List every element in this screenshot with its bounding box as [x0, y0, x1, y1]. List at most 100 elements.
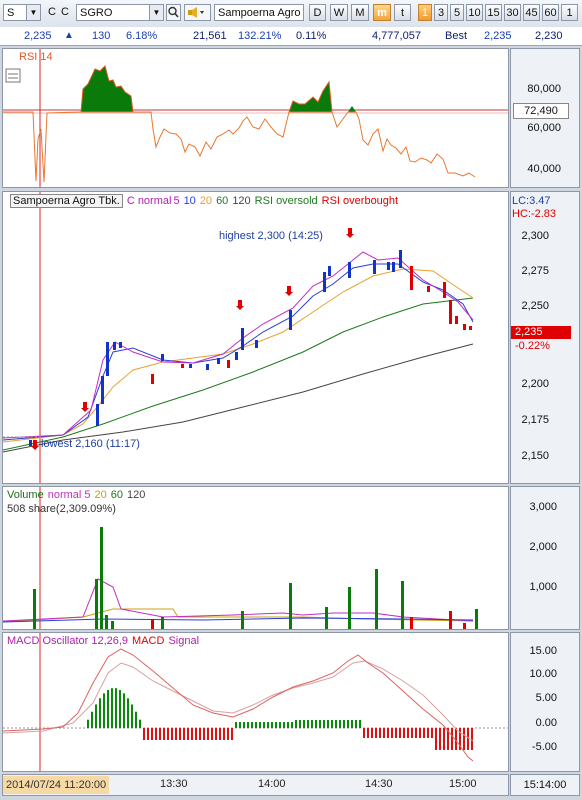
volume-tick-3000: 3,000 — [529, 501, 557, 513]
rsi-pane[interactable]: RSI 14 — [2, 48, 509, 188]
market-select-value: S — [7, 7, 15, 19]
time-axis: 2014/07/24 11:20:00 13:30 14:00 14:30 15… — [2, 774, 509, 796]
macd-histogram-bar — [147, 728, 149, 740]
interval-30-button[interactable]: 30 — [504, 4, 521, 21]
macd-histogram-bar — [243, 722, 245, 728]
interval-10-button[interactable]: 10 — [466, 4, 483, 21]
macd-histogram-bar — [215, 728, 217, 740]
rsi-axis: 80,000 72,490 60,000 40,000 — [510, 48, 580, 188]
macd-histogram-bar — [379, 728, 381, 738]
price-tick-2175: 2,175 — [521, 414, 549, 426]
search-icon[interactable] — [166, 4, 181, 21]
macd-histogram-bar — [351, 720, 353, 728]
macd-histogram-bar — [307, 720, 309, 728]
interval-60-button[interactable]: 60 — [542, 4, 559, 21]
rsi-legend: RSI 14 — [19, 51, 53, 63]
macd-histogram-bar — [319, 720, 321, 728]
macd-histogram-bar — [271, 722, 273, 728]
macd-tick-10: 10.00 — [529, 668, 557, 680]
current-change-label: -0.22% — [515, 340, 550, 352]
macd-histogram-bar — [195, 728, 197, 740]
price-pane[interactable]: highest 2,300 (14:25) lowest 2,160 (11:1… — [2, 191, 509, 484]
macd-axis: 15.00 10.00 5.00 0.00 -5.00 — [510, 632, 580, 772]
period-tick-button[interactable]: t — [394, 4, 411, 21]
legend-ma60: 60 — [216, 195, 229, 207]
volume-pane[interactable]: Volume normal 5 20 60 120 508 share(2,309.09… — [2, 486, 509, 630]
market-select[interactable]: S ▼ — [3, 4, 41, 21]
macd-histogram-bar — [331, 720, 333, 728]
macd-histogram-bar — [123, 693, 125, 728]
macd-histogram-bar — [371, 728, 373, 738]
macd-histogram-bar — [99, 698, 101, 728]
macd-histogram-bar — [387, 728, 389, 738]
macd-histogram-bar — [159, 728, 161, 740]
macd-histogram-bar — [343, 720, 345, 728]
interval-1-button[interactable]: 1 — [418, 4, 432, 21]
macd-histogram-bar — [339, 720, 341, 728]
macd-pane[interactable]: MACD Oscillator 12,26,9 MACD Signal — [2, 632, 509, 772]
macd-histogram-bar — [131, 704, 133, 728]
price-tick-2300: 2,300 — [521, 230, 549, 242]
macd-histogram-bar — [263, 722, 265, 728]
period-week-button[interactable]: W — [330, 4, 348, 21]
period-minute-button[interactable]: m — [373, 4, 391, 21]
macd-histogram-bar — [463, 728, 465, 750]
macd-histogram-bar — [127, 698, 129, 728]
macd-histogram-bar — [327, 720, 329, 728]
company-display[interactable]: Sampoerna Agro — [214, 4, 304, 21]
macd-histogram-bar — [183, 728, 185, 740]
macd-histogram-bar — [431, 728, 433, 738]
period-day-button[interactable]: D — [309, 4, 326, 21]
macd-histogram-bar — [207, 728, 209, 740]
volume-ma120: 120 — [127, 489, 146, 501]
legend-rsi-overbought: RSI overbought — [321, 195, 399, 207]
quote-bar: 2,235 ▲ 130 6.18% 21,561 132.21% 0.11% 4… — [0, 27, 582, 46]
interval-5-button[interactable]: 5 — [450, 4, 464, 21]
macd-histogram-bar — [335, 720, 337, 728]
chevron-down-icon: ▼ — [26, 5, 40, 20]
volume-ma60: 60 — [110, 489, 123, 501]
macd-tick-0: 0.00 — [535, 717, 557, 729]
macd-histogram-bar — [375, 728, 377, 738]
macd-histogram-bar — [399, 728, 401, 738]
legend-ma20: 20 — [199, 195, 213, 207]
macd-histogram-bar — [395, 728, 397, 738]
legend-ma5: 5 — [173, 195, 180, 207]
current-time: 15:14:00 — [510, 774, 580, 796]
price-tick-2250: 2,250 — [521, 300, 549, 312]
macd-histogram-bar — [227, 728, 229, 740]
macd-histogram-bar — [167, 728, 169, 740]
interval-1-more-button[interactable]: 1 — [561, 4, 578, 21]
price-axis: LC:3.47 HC:-2.83 2,300 2,275 2,250 2,235… — [510, 191, 580, 484]
macd-histogram-bar — [323, 720, 325, 728]
macd-histogram-bar — [367, 728, 369, 738]
interval-3-button[interactable]: 3 — [434, 4, 448, 21]
period-month-button[interactable]: M — [351, 4, 369, 21]
macd-histogram-bar — [311, 720, 313, 728]
speaker-icon[interactable] — [184, 4, 211, 21]
chart-canvas[interactable]: RSI 14 80,000 72,490 60,000 40,000 highe… — [0, 46, 582, 800]
volume-axis: 3,000 2,000 1,000 — [510, 486, 580, 630]
macd-histogram-bar — [423, 728, 425, 738]
macd-histogram-bar — [259, 722, 261, 728]
best-bid: 2,235 — [484, 30, 512, 42]
current-price-marker: 2,235 — [511, 326, 571, 339]
time-tick-1500: 15:00 — [449, 778, 477, 790]
volume-normal: normal 5 — [47, 489, 91, 501]
macd-histogram-bar — [111, 688, 113, 728]
symbol-input[interactable]: SGRO ▼ — [76, 4, 164, 21]
macd-plot — [3, 633, 508, 771]
rsi-current-value: 72,490 — [513, 103, 569, 119]
chevron-down-icon: ▼ — [149, 5, 163, 20]
macd-histogram-bar — [291, 722, 293, 728]
macd-histogram-bar — [235, 722, 237, 728]
macd-histogram-bar — [451, 728, 453, 750]
macd-histogram-bar — [171, 728, 173, 740]
macd-histogram-bar — [439, 728, 441, 750]
volume-ratio: 132.21% — [238, 30, 282, 42]
macd-title: MACD Oscillator 12,26,9 — [7, 635, 129, 647]
instrument-name: Sampoerna Agro Tbk. — [10, 194, 123, 208]
interval-45-button[interactable]: 45 — [523, 4, 540, 21]
interval-15-button[interactable]: 15 — [485, 4, 502, 21]
rsi-plot — [3, 49, 508, 187]
